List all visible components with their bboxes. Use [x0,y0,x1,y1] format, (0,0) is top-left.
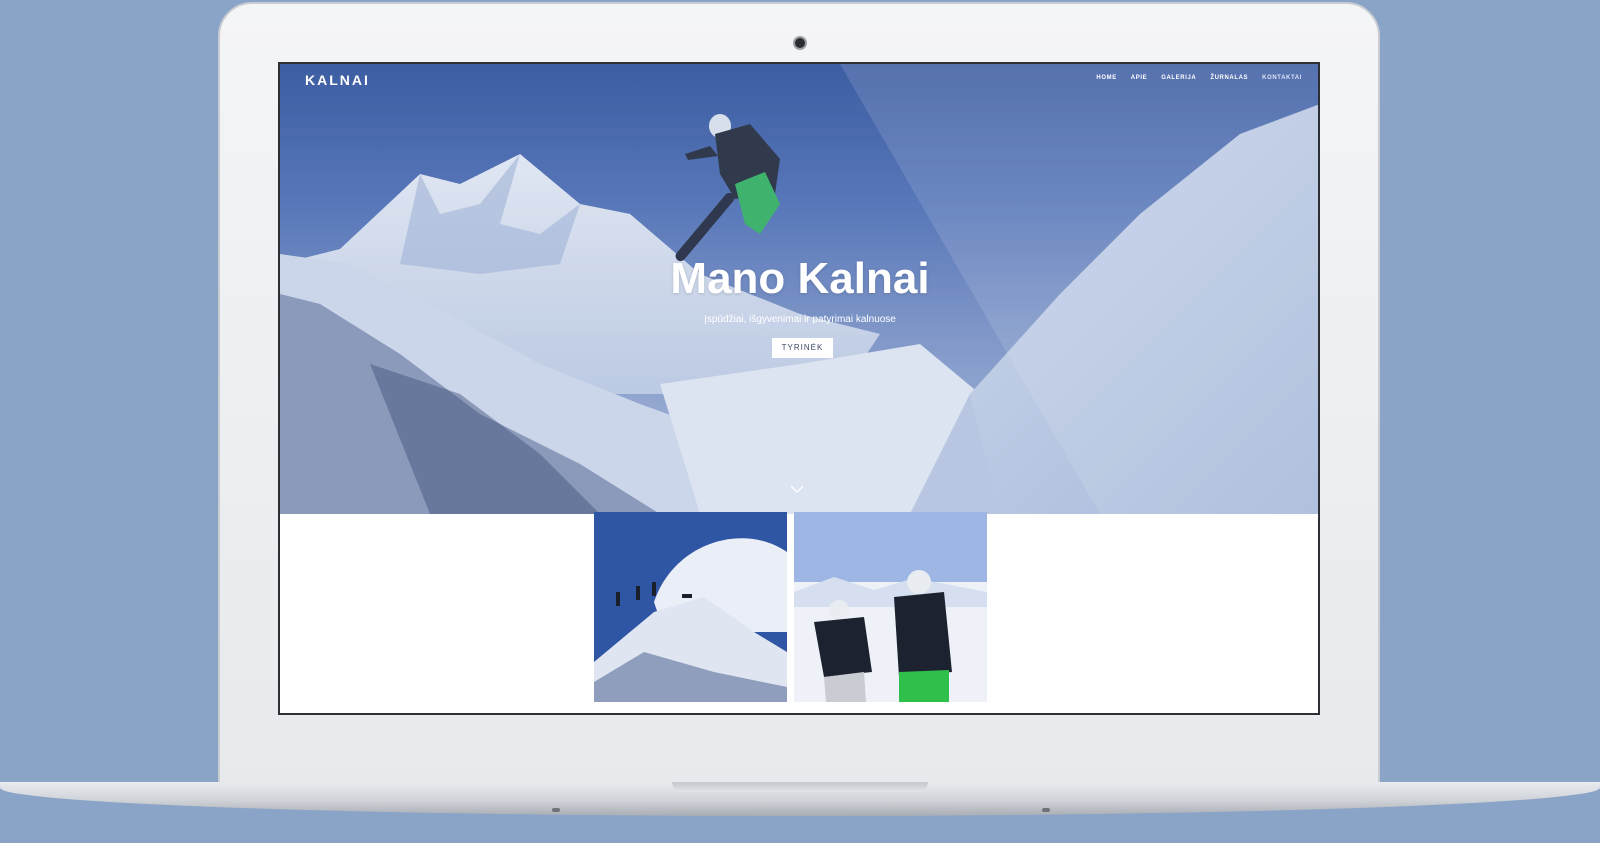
nav-item-home[interactable]: HOME [1096,75,1116,81]
gallery-image-snowboarders[interactable] [794,512,987,702]
main-nav: HOME APIE GALERIJA ŽURNALAS KONTAKTAI [1096,75,1302,81]
webcam-icon [793,36,807,50]
hero-section: KALNAI HOME APIE GALERIJA ŽURNALAS KONTA… [280,64,1318,514]
laptop-foot [552,808,560,812]
browser-screen: KALNAI HOME APIE GALERIJA ŽURNALAS KONTA… [278,62,1320,715]
nav-item-kontaktai[interactable]: KONTAKTAI [1262,75,1302,81]
laptop-foot [1042,808,1050,812]
gallery-image-ridge-hikers[interactable] [594,512,787,702]
nav-item-zurnalas[interactable]: ŽURNALAS [1210,75,1248,81]
ridge-hikers-image [594,512,787,702]
nav-item-galerija[interactable]: GALERIJA [1161,75,1196,81]
nav-item-apie[interactable]: APIE [1131,75,1147,81]
chevron-down-icon[interactable] [790,484,804,494]
explore-button[interactable]: TYRINĖK [772,338,833,358]
snowboarders-image [794,512,987,702]
site-logo[interactable]: KALNAI [305,72,370,88]
hero-title: Mano Kalnai [670,254,930,303]
laptop-notch [672,782,928,792]
hero-subtitle: Įspūdžiai, išgyvenimai ir patyrimai kaln… [704,314,896,325]
